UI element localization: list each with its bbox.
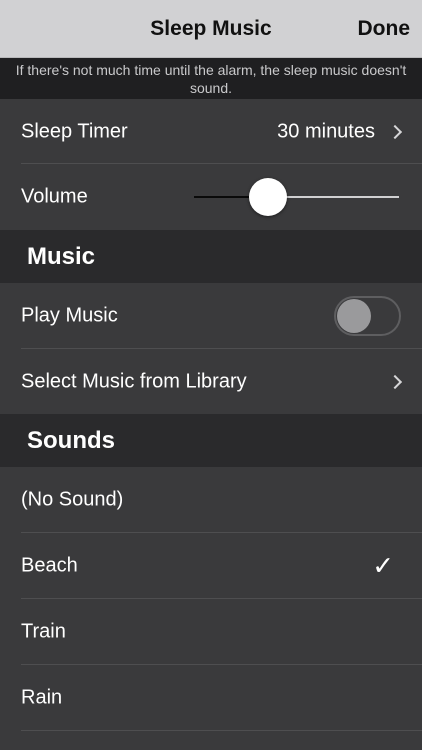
volume-label: Volume bbox=[21, 185, 88, 208]
sound-item-rain[interactable]: Rain bbox=[0, 665, 422, 731]
sounds-section-header: Sounds bbox=[0, 414, 422, 467]
play-music-row: Play Music bbox=[0, 283, 422, 349]
sound-item-beach[interactable]: Beach ✓ bbox=[0, 533, 422, 599]
navigation-bar: Sleep Music Done bbox=[0, 0, 422, 58]
chevron-right-icon bbox=[387, 124, 403, 139]
done-button[interactable]: Done bbox=[358, 17, 411, 41]
volume-slider-max-track bbox=[268, 196, 399, 198]
select-music-library-row[interactable]: Select Music from Library bbox=[0, 349, 422, 414]
sound-item-train[interactable]: Train bbox=[0, 599, 422, 665]
checkmark-icon: ✓ bbox=[372, 550, 394, 581]
sounds-section-title: Sounds bbox=[27, 426, 115, 454]
sleep-music-screen: Sleep Music Done If there's not much tim… bbox=[0, 0, 422, 750]
volume-row: Volume bbox=[0, 164, 422, 230]
sound-item-no-sound[interactable]: (No Sound) bbox=[0, 467, 422, 533]
sleep-timer-row[interactable]: Sleep Timer 30 minutes bbox=[0, 99, 422, 164]
play-music-label: Play Music bbox=[21, 304, 118, 327]
volume-slider-thumb[interactable] bbox=[249, 178, 288, 216]
toggle-knob bbox=[337, 299, 371, 333]
music-section-header: Music bbox=[0, 230, 422, 283]
list-continuation bbox=[0, 731, 422, 750]
chevron-right-icon bbox=[387, 374, 403, 389]
volume-slider[interactable] bbox=[194, 178, 399, 216]
sound-item-label: Train bbox=[21, 620, 66, 643]
sound-item-label: Rain bbox=[21, 686, 63, 709]
music-section-title: Music bbox=[27, 242, 96, 270]
sound-item-label: Beach bbox=[21, 554, 78, 577]
sleep-timer-value: 30 minutes bbox=[277, 120, 375, 142]
play-music-toggle[interactable] bbox=[334, 296, 401, 336]
sleep-timer-label: Sleep Timer bbox=[21, 120, 128, 142]
alarm-notice-text: If there's not much time until the alarm… bbox=[0, 58, 422, 99]
sound-item-label: (No Sound) bbox=[21, 488, 124, 511]
select-music-library-label: Select Music from Library bbox=[21, 370, 247, 392]
